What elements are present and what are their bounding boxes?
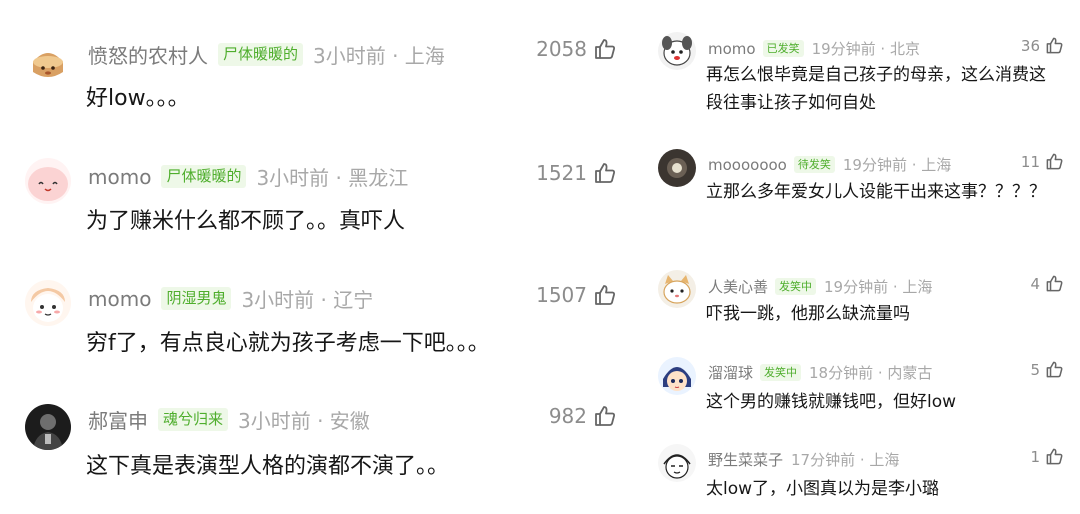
like-count: 4 — [1030, 274, 1040, 293]
thumbs-up-icon[interactable] — [593, 404, 617, 428]
comment-meta: 溜溜球 发笑中 18分钟前 · 内蒙古 — [708, 362, 932, 383]
comment-item: momo 已发笑 19分钟前 · 北京 再怎么恨毕竟是自己孩子的母亲，这么消费这… — [642, 0, 1080, 140]
comment-item: 野生菜菜子 17分钟前 · 上海 太low了，小图真以为是李小璐 1 — [642, 436, 1080, 514]
comment-item: 郝富申 魂兮归来 3小时前 · 安徽 这下真是表演型人格的演都不演了。。 982 — [0, 362, 635, 514]
like-button[interactable]: 36 — [1021, 36, 1064, 55]
time-location: 18分钟前 · 内蒙古 — [809, 364, 933, 382]
comment-meta: 人美心善 发笑中 19分钟前 · 上海 — [708, 276, 932, 297]
like-button[interactable]: 1507 — [536, 283, 617, 307]
comment-item: 溜溜球 发笑中 18分钟前 · 内蒙古 这个男的赚钱就赚钱吧，但好low 5 — [642, 350, 1080, 436]
username[interactable]: 野生菜菜子 — [708, 449, 783, 470]
time-location: 3小时前 · 黑龙江 — [256, 166, 409, 190]
thumbs-up-icon[interactable] — [593, 37, 617, 61]
comment-list-left: 愤怒的农村人 尸体暖暖的 3小时前 · 上海 好low。。。 2058 momo… — [0, 0, 635, 514]
like-count: 1507 — [536, 283, 587, 307]
time-location: 3小时前 · 上海 — [313, 44, 445, 68]
time-location: 17分钟前 · 上海 — [791, 451, 900, 469]
thumbs-up-icon[interactable] — [1045, 274, 1064, 293]
comment-item: momo 阴湿男鬼 3小时前 · 辽宁 穷f了，有点良心就为孩子考虑一下吧。。。… — [0, 240, 635, 362]
pot-dog-avatar-icon[interactable] — [25, 40, 71, 86]
username[interactable]: 郝富申 — [88, 405, 148, 434]
username[interactable]: 人美心善 — [708, 276, 768, 297]
comment-text: 穷f了，有点良心就为孩子考虑一下吧。。。 — [86, 331, 490, 356]
user-badge: 尸体暖暖的 — [218, 43, 304, 66]
comment-meta: momo 阴湿男鬼 3小时前 · 辽宁 — [88, 284, 373, 313]
user-badge: 发笑中 — [760, 364, 802, 381]
comment-text: 再怎么恨毕竟是自己孩子的母亲，这么消费这段往事让孩子如何自处 — [706, 65, 1046, 113]
thumbs-up-icon[interactable] — [1045, 447, 1064, 466]
username[interactable]: momo — [88, 287, 151, 311]
like-count: 982 — [548, 404, 587, 428]
user-badge: 尸体暖暖的 — [161, 165, 247, 188]
comment-list-right: momo 已发笑 19分钟前 · 北京 再怎么恨毕竟是自己孩子的母亲，这么消费这… — [642, 0, 1080, 514]
sketch-face-avatar-icon[interactable] — [658, 444, 696, 482]
like-button[interactable]: 1 — [1030, 447, 1064, 466]
comment-text: 这下真是表演型人格的演都不演了。。 — [86, 454, 450, 479]
username[interactable]: momo — [708, 40, 756, 58]
thumbs-up-icon[interactable] — [1045, 152, 1064, 171]
comment-item: mooooooo 待发笑 19分钟前 · 上海 立那么多年爱女儿人设能干出来这事… — [642, 140, 1080, 260]
username[interactable]: 愤怒的农村人 — [88, 40, 208, 69]
comment-meta: 野生菜菜子 17分钟前 · 上海 — [708, 449, 899, 470]
username[interactable]: momo — [88, 165, 151, 189]
comment-text: 这个男的赚钱就赚钱吧，但好low — [706, 392, 957, 412]
thumbs-up-icon[interactable] — [1045, 36, 1064, 55]
user-badge: 待发笑 — [793, 156, 835, 173]
like-button[interactable]: 982 — [549, 404, 617, 428]
like-button[interactable]: 5 — [1030, 360, 1064, 379]
like-count: 2058 — [536, 37, 587, 61]
like-count: 11 — [1020, 152, 1040, 171]
comment-meta: mooooooo 待发笑 19分钟前 · 上海 — [708, 154, 951, 175]
thumbs-up-icon[interactable] — [593, 161, 617, 185]
time-location: 3小时前 · 安徽 — [238, 409, 370, 433]
like-button[interactable]: 2058 — [536, 37, 617, 61]
girl-doodle-avatar-icon[interactable] — [25, 280, 71, 326]
pink-blob-avatar-icon[interactable] — [25, 158, 71, 204]
like-button[interactable]: 11 — [1021, 152, 1064, 171]
time-location: 19分钟前 · 上海 — [824, 278, 933, 296]
moon-avatar-icon[interactable] — [658, 149, 696, 187]
thumbs-up-icon[interactable] — [593, 283, 617, 307]
thumbs-up-icon[interactable] — [1045, 360, 1064, 379]
cartoon-dog-avatar-icon[interactable] — [658, 32, 696, 70]
comment-meta: momo 尸体暖暖的 3小时前 · 黑龙江 — [88, 162, 408, 191]
cat-face-avatar-icon[interactable] — [658, 270, 696, 308]
comment-text: 太low了，小图真以为是李小璐 — [706, 479, 940, 499]
like-count: 36 — [1020, 36, 1040, 55]
comment-text: 好low。。。 — [86, 86, 190, 111]
like-count: 1521 — [536, 161, 587, 185]
comment-item: momo 尸体暖暖的 3小时前 · 黑龙江 为了赚米什么都不顾了。。真吓人 15… — [0, 120, 635, 240]
anime-girl-avatar-icon[interactable] — [658, 357, 696, 395]
username[interactable]: mooooooo — [708, 156, 787, 174]
comment-text: 吓我一跳，他那么缺流量吗 — [706, 304, 910, 324]
comment-meta: 愤怒的农村人 尸体暖暖的 3小时前 · 上海 — [88, 40, 445, 69]
dark-photo-avatar-icon[interactable] — [25, 404, 71, 450]
time-location: 19分钟前 · 北京 — [811, 40, 920, 58]
user-badge: 阴湿男鬼 — [161, 287, 232, 310]
comment-meta: 郝富申 魂兮归来 3小时前 · 安徽 — [88, 405, 370, 434]
like-count: 1 — [1030, 447, 1040, 466]
like-button[interactable]: 1521 — [536, 161, 617, 185]
comment-item: 人美心善 发笑中 19分钟前 · 上海 吓我一跳，他那么缺流量吗 4 — [642, 260, 1080, 350]
time-location: 3小时前 · 辽宁 — [241, 288, 374, 312]
user-badge: 发笑中 — [775, 278, 817, 295]
comment-meta: momo 已发笑 19分钟前 · 北京 — [708, 38, 920, 59]
user-badge: 已发笑 — [762, 40, 804, 57]
like-count: 5 — [1030, 360, 1040, 379]
time-location: 19分钟前 · 上海 — [842, 156, 952, 174]
comment-item: 愤怒的农村人 尸体暖暖的 3小时前 · 上海 好low。。。 2058 — [0, 0, 635, 120]
username[interactable]: 溜溜球 — [708, 362, 753, 383]
comment-text: 立那么多年爱女儿人设能干出来这事？？？？ — [706, 182, 1046, 202]
like-button[interactable]: 4 — [1030, 274, 1064, 293]
comment-text: 为了赚米什么都不顾了。。真吓人 — [86, 209, 406, 234]
user-badge: 魂兮归来 — [158, 408, 229, 431]
